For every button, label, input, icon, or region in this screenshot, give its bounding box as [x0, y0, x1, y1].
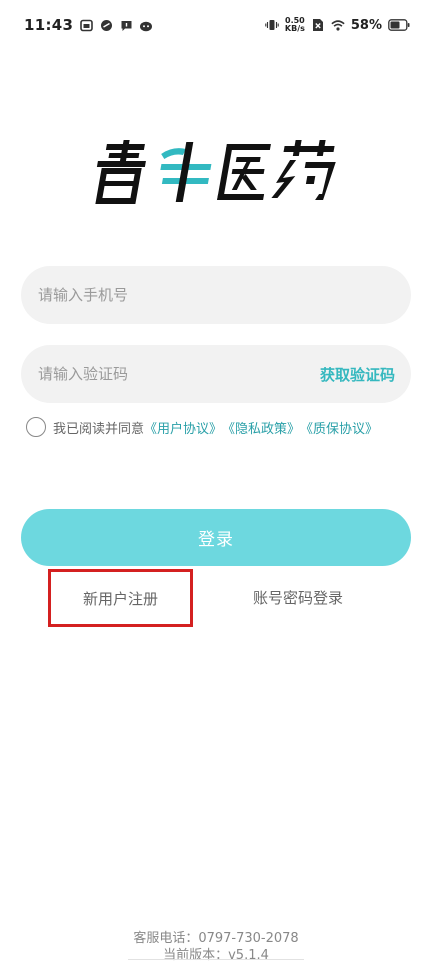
brand-logo	[88, 138, 348, 204]
service-phone: 客服电话：0797-730-2078	[133, 931, 299, 946]
verification-code-field[interactable]: 获取验证码	[21, 345, 411, 403]
network-speed-unit: KB/s	[284, 24, 305, 33]
phone-field[interactable]	[21, 266, 411, 324]
message-notification-icon	[119, 18, 133, 32]
app-version: 当前版本：v5.1.4	[163, 948, 269, 963]
battery-percent: 58%	[350, 17, 382, 33]
wifi-icon	[331, 18, 345, 32]
login-button[interactable]: 登录	[21, 509, 411, 566]
battery-icon	[388, 18, 410, 32]
vibrate-icon	[265, 18, 279, 32]
login-screen: 11:43 0.50 KB/s 58% 请输入手机号 请输入验证码 获取验证码 …	[0, 0, 432, 964]
agreement-checkbox[interactable]	[26, 417, 46, 437]
password-login-link[interactable]: 账号密码登录	[238, 585, 358, 609]
app-notification-icon	[99, 18, 113, 32]
register-link[interactable]: 新用户注册	[48, 569, 193, 627]
user-agreement-link[interactable]: 《用户协议》	[144, 418, 222, 437]
warranty-agreement-link[interactable]: 《质保协议》	[300, 418, 378, 437]
status-bar: 11:43 0.50 KB/s 58%	[0, 0, 432, 50]
status-bar-right: 0.50 KB/s 58%	[265, 17, 410, 33]
privacy-policy-link[interactable]: 《隐私政策》	[222, 418, 300, 437]
cat-app-notification-icon	[139, 18, 153, 32]
no-sim-icon	[311, 18, 325, 32]
agreement-row: 我已阅读并同意 《用户协议》 《隐私政策》 《质保协议》	[26, 416, 378, 438]
get-code-button[interactable]: 获取验证码	[320, 364, 395, 385]
status-bar-left: 11:43	[24, 16, 153, 34]
phone-input[interactable]	[38, 286, 288, 304]
footer-divider	[128, 959, 304, 960]
calendar-notification-icon	[79, 18, 93, 32]
network-speed: 0.50 KB/s	[285, 17, 305, 33]
verification-code-input[interactable]	[38, 365, 288, 383]
agreement-prefix: 我已阅读并同意	[53, 421, 145, 437]
status-time: 11:43	[24, 16, 74, 34]
